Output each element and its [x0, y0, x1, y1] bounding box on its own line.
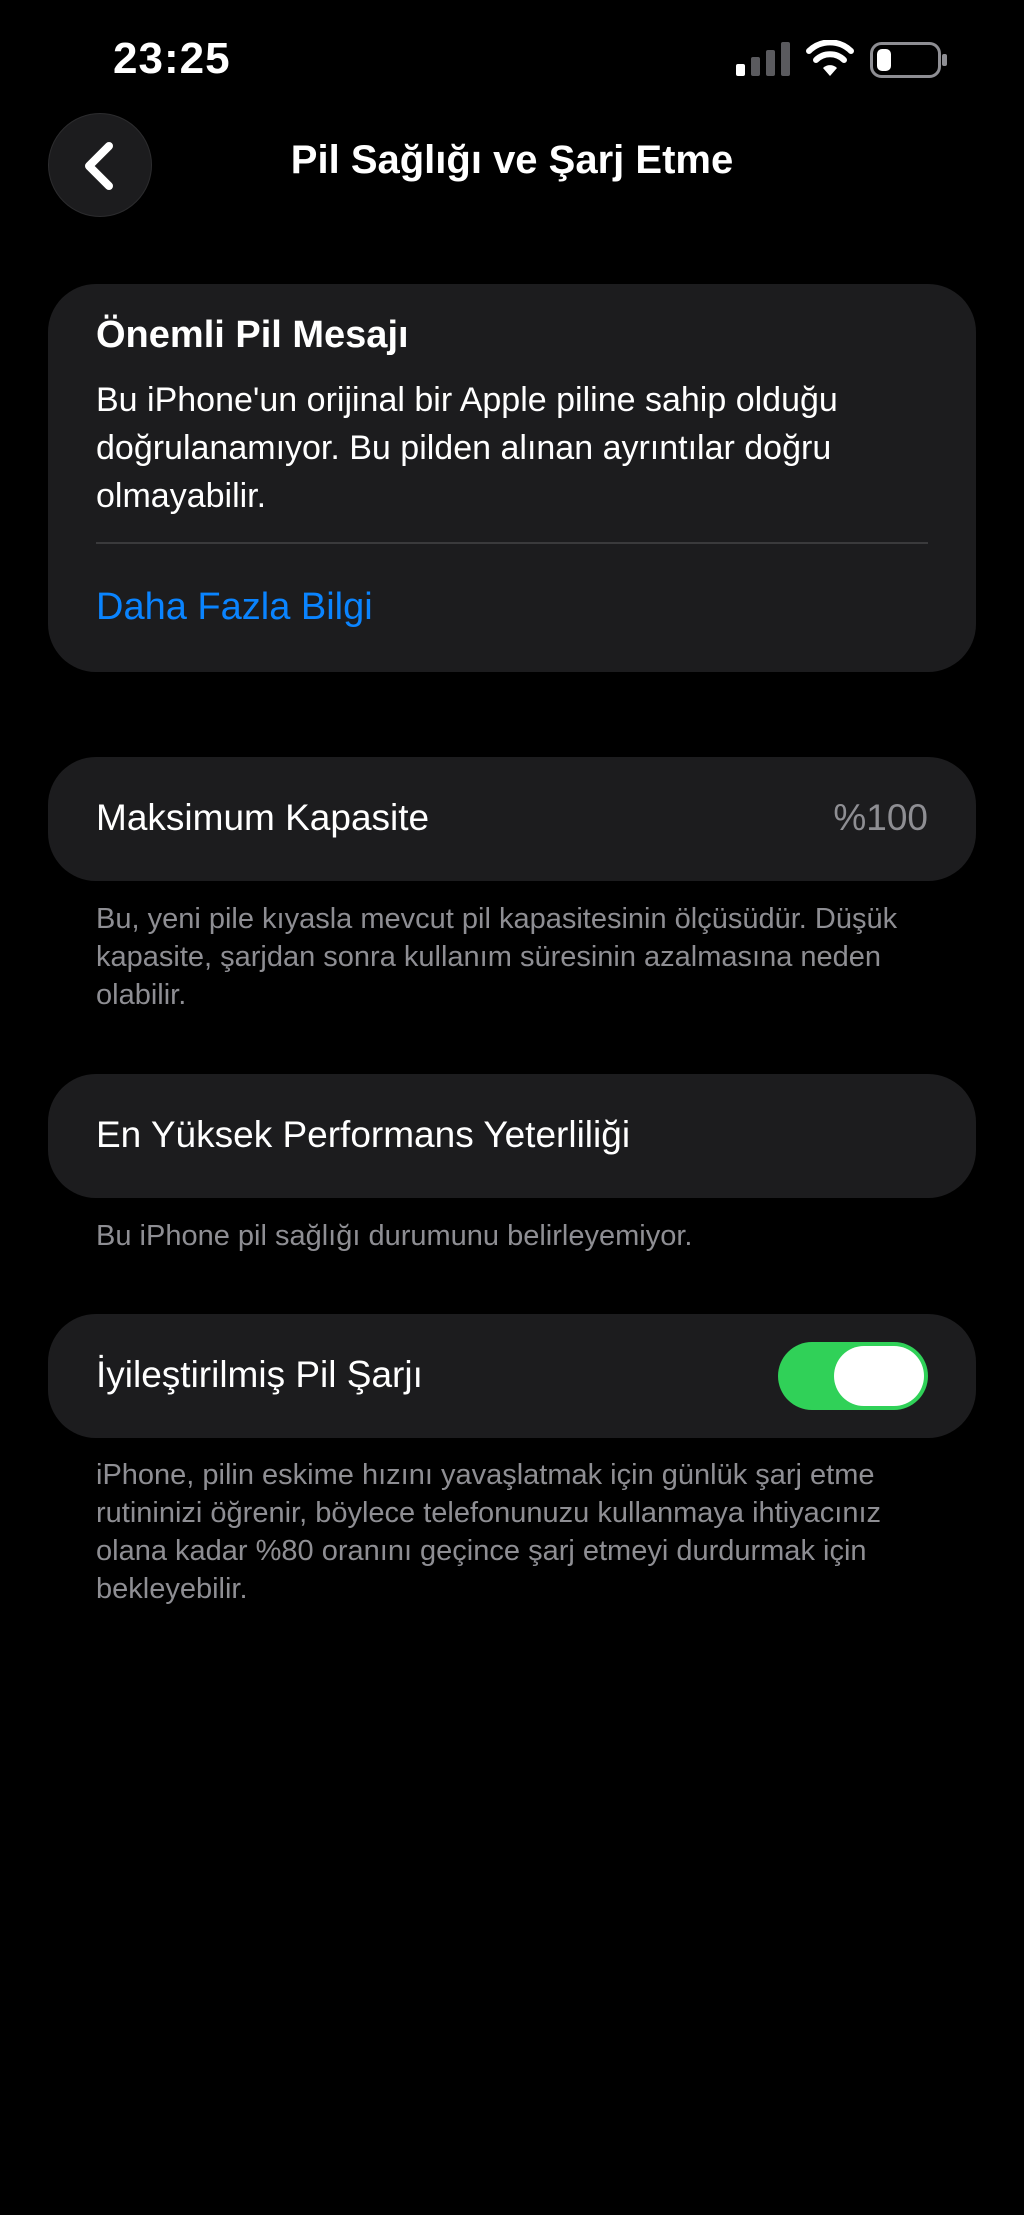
learn-more-link[interactable]: Daha Fazla Bilgi — [96, 586, 373, 629]
maximum-capacity-footnote: Bu, yeni pile kıyasla mevcut pil kapasit… — [96, 903, 898, 1011]
peak-performance-row: En Yüksek Performans Yeterliliği — [48, 1074, 976, 1198]
maximum-capacity-value: %100 — [833, 797, 928, 838]
battery-icon — [870, 42, 947, 78]
optimized-charging-footnote: iPhone, pilin eskime hızını yavaşlatmak … — [96, 1459, 882, 1605]
wifi-icon — [806, 40, 854, 76]
peak-performance-footnote: Bu iPhone pil sağlığı durumunu belirleye… — [96, 1220, 693, 1252]
alert-title: Önemli Pil Mesajı — [96, 314, 409, 356]
battery-alert-card: Önemli Pil Mesajı Bu iPhone'un orijinal … — [48, 284, 976, 672]
optimized-charging-row: İyileştirilmiş Pil Şarjı — [48, 1314, 976, 1438]
peak-performance-label: En Yüksek Performans Yeterliliği — [96, 1114, 631, 1155]
divider — [96, 542, 928, 544]
page-title: Pil Sağlığı ve Şarj Etme — [290, 138, 734, 182]
status-time: 23:25 — [113, 34, 231, 83]
maximum-capacity-label: Maksimum Kapasite — [96, 797, 430, 838]
status-bar: 23:25 — [0, 0, 1024, 110]
cellular-signal-icon — [736, 42, 790, 76]
maximum-capacity-row: Maksimum Kapasite %100 — [48, 757, 976, 881]
toggle-knob — [834, 1346, 924, 1406]
back-button[interactable] — [48, 113, 152, 217]
optimized-charging-label: İyileştirilmiş Pil Şarjı — [96, 1354, 423, 1395]
chevron-left-icon — [85, 142, 113, 190]
alert-message: Bu iPhone'un orijinal bir Apple piline s… — [96, 381, 838, 515]
optimized-charging-toggle[interactable] — [778, 1342, 928, 1410]
